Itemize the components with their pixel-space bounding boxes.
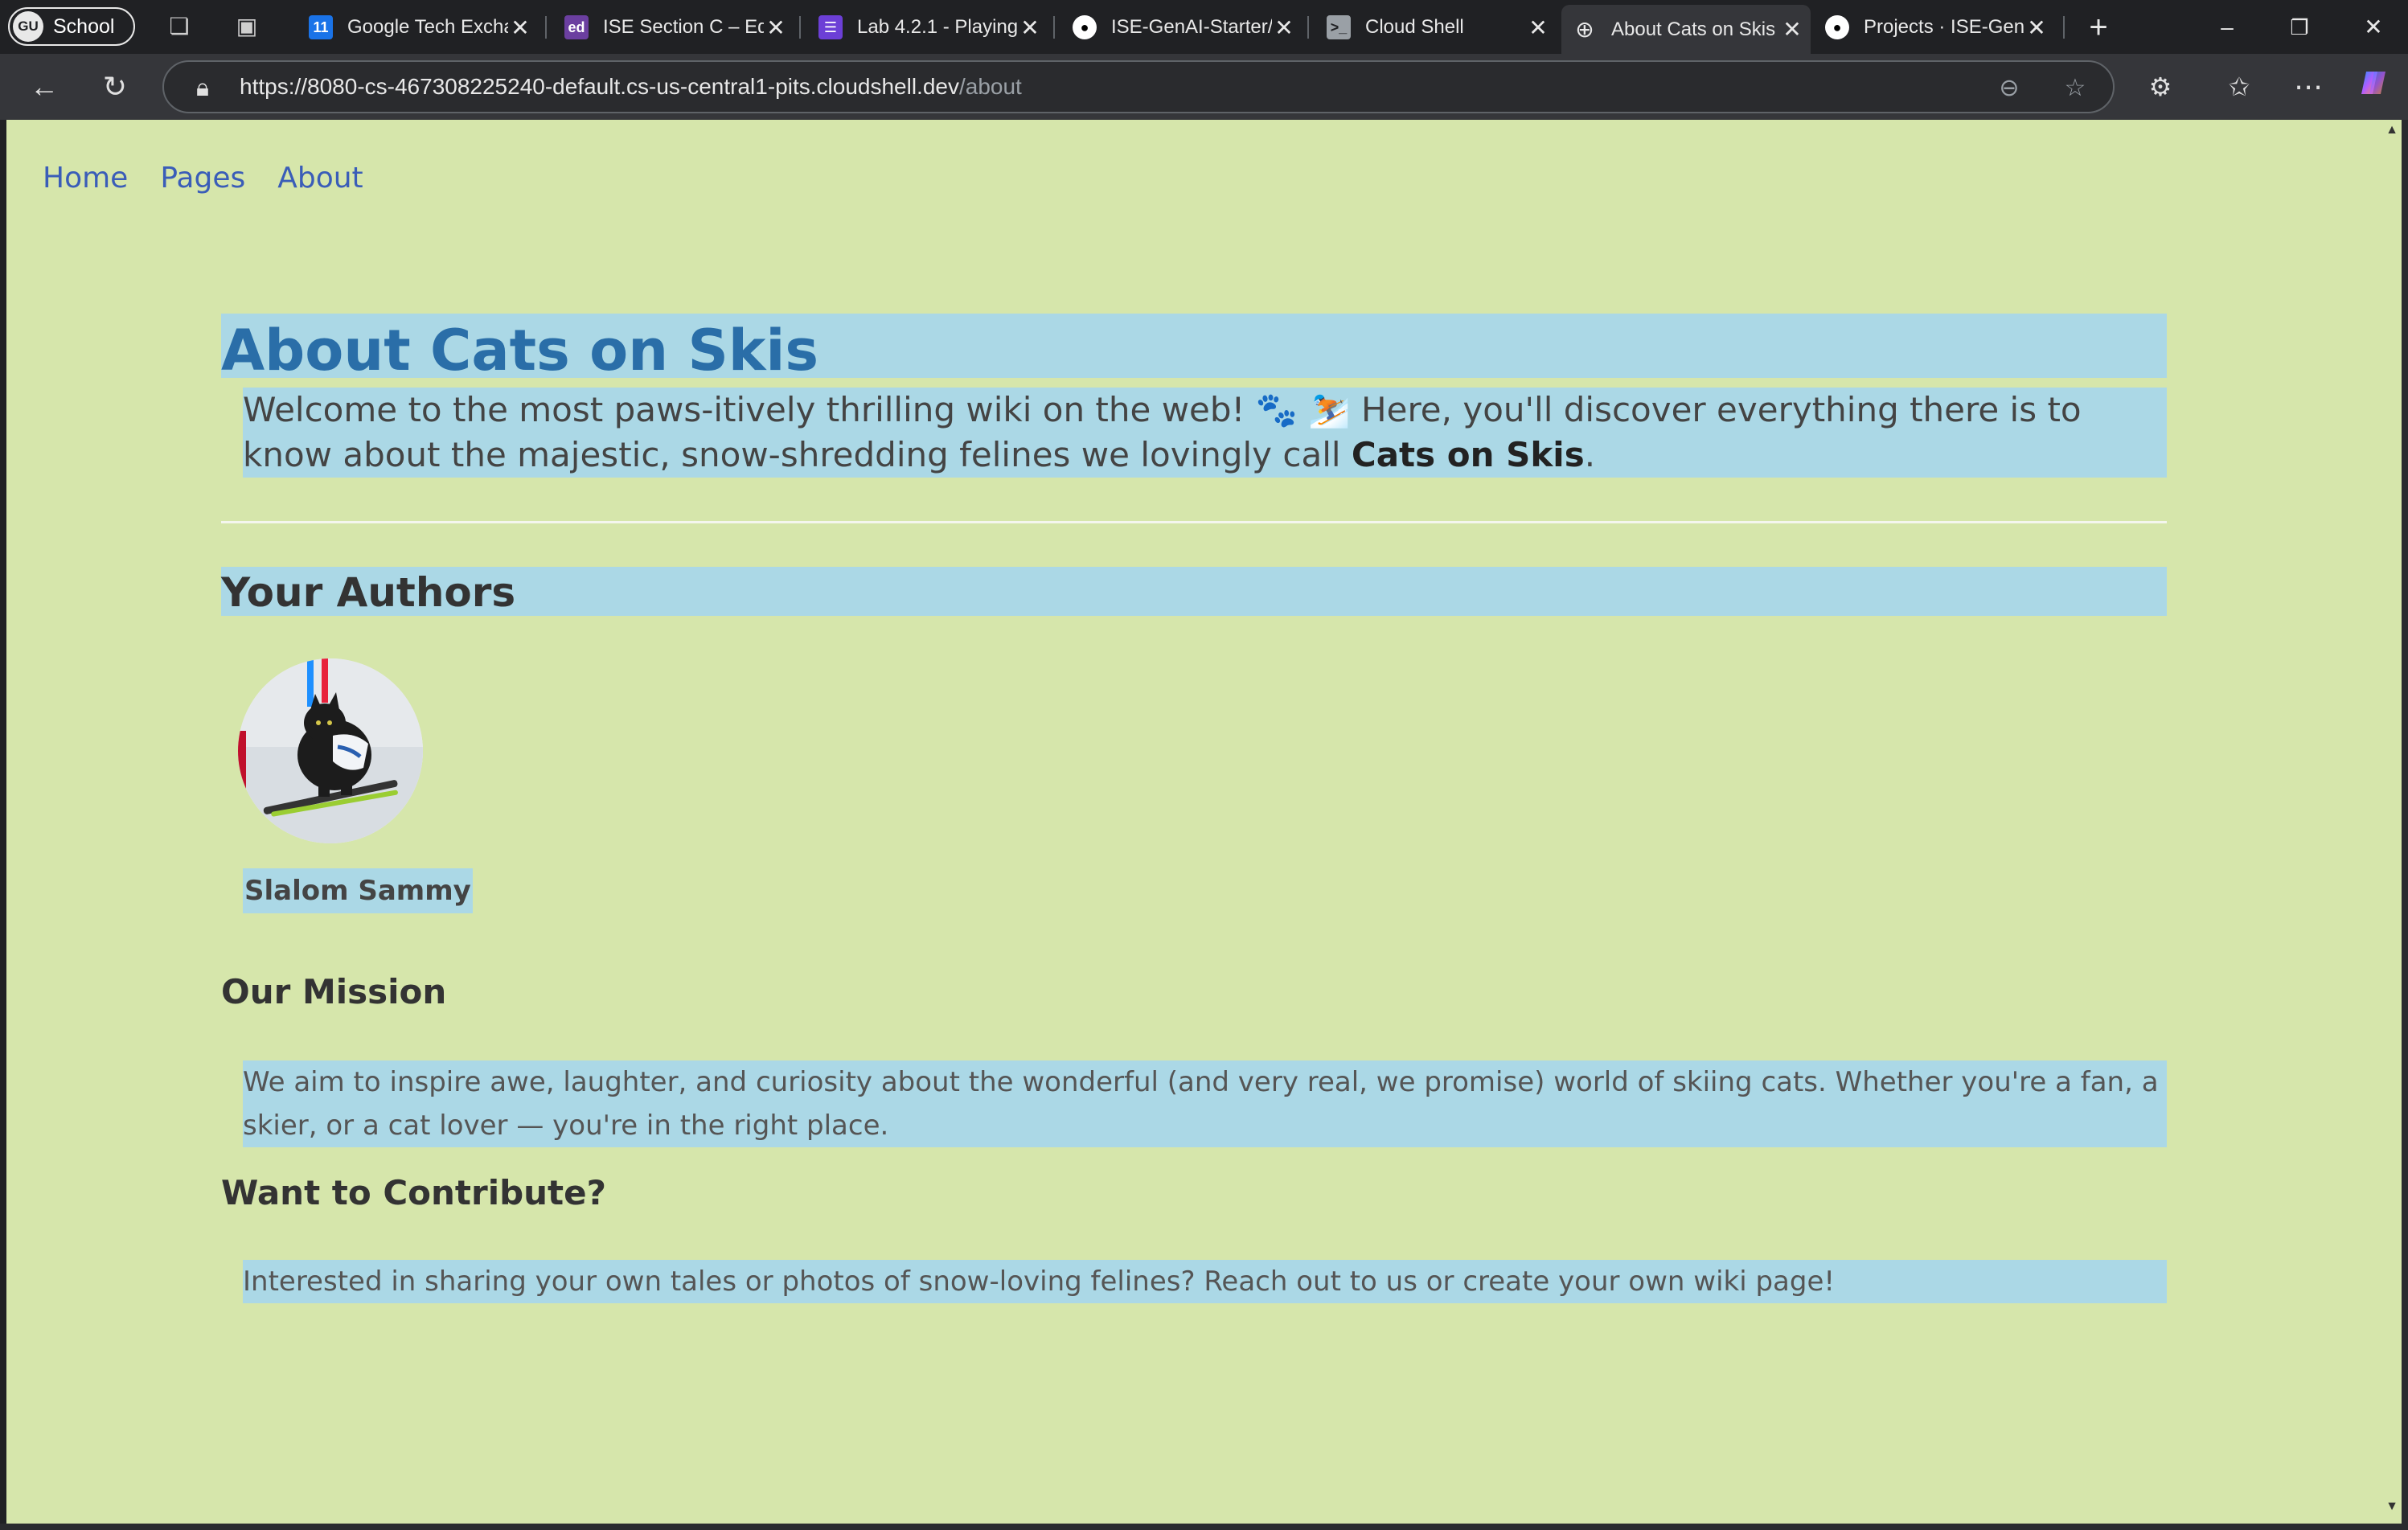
tab-cloud-shell[interactable]: >_ Cloud Shell ✕	[1315, 6, 1557, 48]
calendar-icon: 11	[309, 15, 333, 39]
nav-about-link[interactable]: About	[277, 162, 363, 195]
close-tab-icon[interactable]: ✕	[2024, 14, 2049, 41]
github-icon: ●	[1825, 15, 1849, 39]
contribute-paragraph: Interested in sharing your own tales or …	[243, 1260, 2167, 1303]
url-path: /about	[958, 74, 1022, 99]
close-window-icon[interactable]: ✕	[2356, 10, 2391, 45]
close-tab-icon[interactable]: ✕	[1526, 14, 1550, 41]
author-avatar	[238, 658, 423, 843]
profile-avatar: GU	[13, 11, 43, 42]
window-frame-right	[2402, 120, 2408, 1530]
close-tab-icon[interactable]: ✕	[1780, 16, 1804, 43]
vertical-tabs-icon[interactable]: ▣	[233, 13, 260, 40]
intro-text: Welcome to the most paws-itively thrilli…	[243, 390, 2082, 474]
skiing-cat-photo	[238, 658, 423, 843]
tab-ise-genai-starter[interactable]: ● ISE-GenAI-Starter/ ✕	[1061, 6, 1302, 48]
ed-icon: ed	[564, 15, 589, 39]
url-text[interactable]: https://8080-cs-467308225240-default.cs-…	[240, 74, 1022, 100]
close-tab-icon[interactable]: ✕	[1272, 14, 1296, 41]
back-icon[interactable]: ←	[24, 67, 64, 107]
window-frame-bottom	[0, 1524, 2408, 1530]
contribute-heading: Want to Contribute?	[221, 1173, 606, 1212]
vertical-scrollbar[interactable]: ▲ ▼	[2382, 120, 2402, 1524]
copilot-icon[interactable]	[2356, 67, 2396, 107]
tab-separator	[2063, 16, 2065, 39]
browser-toolbar: ← ↻ 🔒︎ https://8080-cs-467308225240-defa…	[0, 54, 2408, 120]
terminal-icon: >_	[1327, 15, 1351, 39]
intro-paragraph: Welcome to the most paws-itively thrilli…	[243, 388, 2167, 478]
zoom-out-icon[interactable]: ⊖	[1992, 72, 2026, 105]
lock-icon[interactable]: 🔒︎	[188, 72, 217, 105]
author-name: Slalom Sammy	[243, 868, 473, 913]
url-host: https://8080-cs-467308225240-default.cs-…	[240, 74, 959, 99]
tab-separator	[1053, 16, 1055, 39]
scroll-up-icon[interactable]: ▲	[2385, 123, 2398, 137]
extensions-icon[interactable]: ⚙	[2140, 67, 2180, 107]
close-tab-icon[interactable]: ✕	[764, 14, 788, 41]
address-bar[interactable]: 🔒︎ https://8080-cs-467308225240-default.…	[162, 60, 2115, 113]
close-tab-icon[interactable]: ✕	[508, 14, 532, 41]
tab-ise-section-c[interactable]: ed ISE Section C – Ed ✕	[553, 6, 794, 48]
tab-separator	[799, 16, 801, 39]
tab-separator	[545, 16, 547, 39]
section-divider	[221, 521, 2167, 523]
tab-separator	[1307, 16, 1309, 39]
mission-heading: Our Mission	[221, 972, 447, 1011]
refresh-icon[interactable]: ↻	[95, 67, 135, 107]
restore-icon[interactable]: ❐	[2282, 10, 2317, 45]
intro-end: .	[1584, 435, 1596, 474]
profile-label: School	[53, 14, 115, 38]
page-viewport: Home Pages About About Cats on Skis Welc…	[6, 120, 2382, 1524]
new-tab-icon[interactable]: +	[2081, 10, 2116, 45]
profile-button[interactable]: GU School	[8, 7, 135, 46]
list-icon: ☰	[818, 15, 843, 39]
minimize-icon[interactable]: –	[2209, 10, 2245, 45]
site-nav: Home Pages About	[43, 162, 363, 195]
nav-pages-link[interactable]: Pages	[160, 162, 245, 195]
more-menu-icon[interactable]: ⋯	[2288, 67, 2328, 107]
tab-google-tech-exchange[interactable]: 11 Google Tech Exchange ✕	[297, 6, 539, 48]
tab-about-cats-on-skis[interactable]: ⊕ About Cats on Skis ✕	[1561, 5, 1811, 54]
tab-lab-4-2-1[interactable]: ☰ Lab 4.2.1 - Playing ✕	[807, 6, 1048, 48]
tab-strip: GU School ❏ ▣ 11 Google Tech Exchange ✕ …	[0, 0, 2408, 54]
tab-projects-ise-genai[interactable]: ● Projects · ISE-GenAI ✕	[1814, 6, 2055, 48]
scroll-down-icon[interactable]: ▼	[2385, 1499, 2398, 1514]
page-title: About Cats on Skis	[221, 314, 2167, 384]
favorite-star-icon[interactable]: ☆	[2058, 72, 2092, 105]
favorites-icon[interactable]: ✩	[2219, 67, 2259, 107]
intro-bold-text: Cats on Skis	[1351, 435, 1585, 474]
github-icon: ●	[1073, 15, 1097, 39]
workspaces-icon[interactable]: ❏	[166, 13, 193, 40]
authors-heading: Your Authors	[221, 567, 2167, 616]
close-tab-icon[interactable]: ✕	[1018, 14, 1042, 41]
mission-paragraph: We aim to inspire awe, laughter, and cur…	[243, 1060, 2167, 1147]
nav-home-link[interactable]: Home	[43, 162, 128, 195]
globe-icon: ⊕	[1575, 17, 1594, 42]
